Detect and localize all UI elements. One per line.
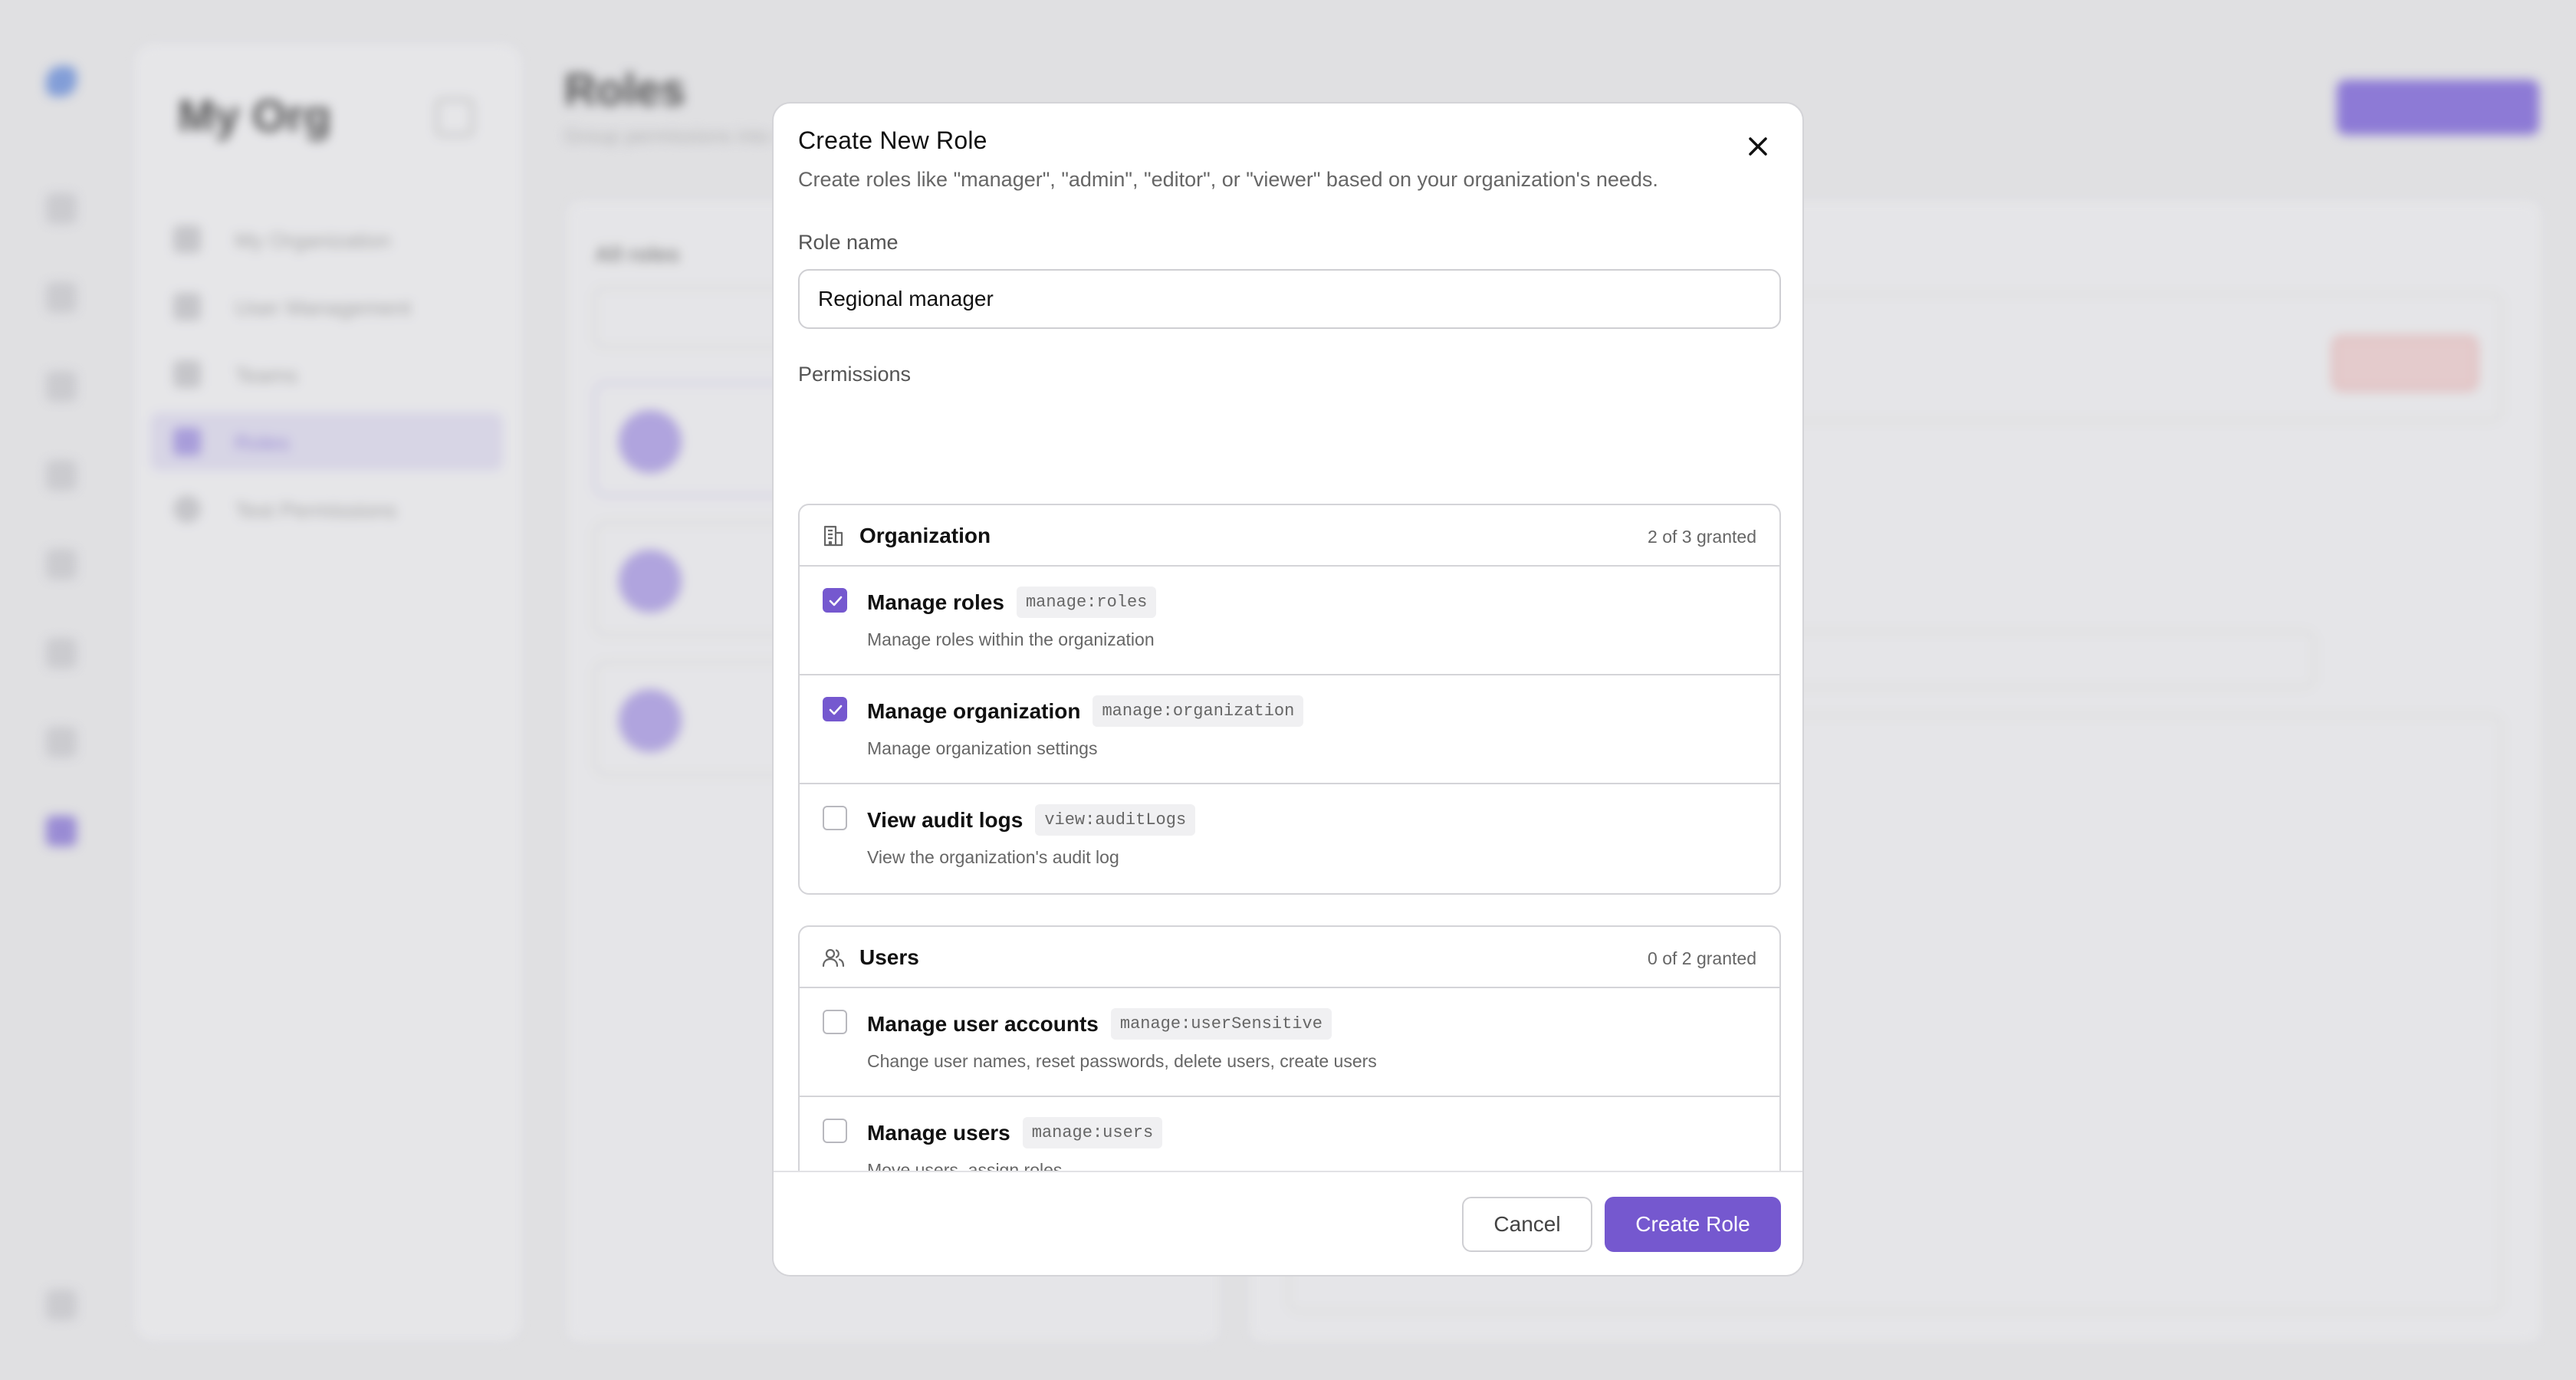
- building-icon: [823, 525, 843, 547]
- permission-title-row: View audit logs view:auditLogs: [867, 804, 1196, 836]
- role-name-label: Role name: [798, 231, 899, 254]
- permission-code-badge: manage:users: [1022, 1117, 1163, 1148]
- group-title: Users: [859, 945, 919, 969]
- permission-item-view-audit-logs[interactable]: View audit logs view:auditLogs View the …: [800, 784, 1779, 893]
- permission-name: Manage users: [867, 1120, 1010, 1145]
- users-icon: [822, 948, 845, 968]
- group-title: Organization: [859, 524, 991, 547]
- dialog-title: Create New Role: [798, 127, 987, 154]
- permission-title-row: Manage roles manage:roles: [867, 586, 1157, 618]
- permission-checkbox[interactable]: [823, 588, 847, 613]
- permission-code-badge: view:auditLogs: [1035, 804, 1196, 836]
- permission-name: View audit logs: [867, 807, 1024, 832]
- permissions-label: Permissions: [798, 363, 912, 386]
- group-granted-count: 0 of 2 granted: [1648, 948, 1756, 968]
- permission-item-manage-roles[interactable]: Manage roles manage:roles Manage roles w…: [800, 567, 1779, 675]
- permission-description: Manage organization settings: [867, 738, 1098, 758]
- permission-title-row: Manage user accounts manage:userSensitiv…: [867, 1008, 1332, 1040]
- cancel-button[interactable]: Cancel: [1462, 1197, 1592, 1252]
- permission-code-badge: manage:organization: [1092, 695, 1304, 727]
- permission-checkbox[interactable]: [823, 806, 847, 830]
- permission-item-manage-organization[interactable]: Manage organization manage:organization …: [800, 675, 1779, 784]
- permission-code-badge: manage:userSensitive: [1110, 1008, 1332, 1040]
- permission-group-organization: Organization 2 of 3 granted Manage roles…: [798, 504, 1781, 895]
- group-header: Users 0 of 2 granted: [800, 927, 1779, 988]
- create-role-button[interactable]: Create Role: [1605, 1197, 1781, 1252]
- permission-name: Manage roles: [867, 590, 1004, 614]
- create-role-dialog: Create New Role Create roles like "manag…: [772, 102, 1804, 1276]
- permission-checkbox[interactable]: [823, 697, 847, 721]
- group-header: Organization 2 of 3 granted: [800, 505, 1779, 567]
- permission-checkbox[interactable]: [823, 1119, 847, 1143]
- permission-title-row: Manage organization manage:organization: [867, 695, 1304, 727]
- permission-item-manage-user-accounts[interactable]: Manage user accounts manage:userSensitiv…: [800, 988, 1779, 1097]
- role-name-input[interactable]: [798, 269, 1781, 329]
- permission-name: Manage user accounts: [867, 1011, 1099, 1036]
- close-icon[interactable]: [1743, 131, 1773, 162]
- permission-title-row: Manage users manage:users: [867, 1117, 1163, 1148]
- permission-description: View the organization's audit log: [867, 847, 1119, 867]
- permissions-scroll-area[interactable]: Organization 2 of 3 granted Manage roles…: [774, 399, 1802, 1275]
- permission-code-badge: manage:roles: [1016, 586, 1157, 618]
- permission-description: Change user names, reset passwords, dele…: [867, 1051, 1377, 1071]
- check-icon: [829, 596, 843, 606]
- permission-name: Manage organization: [867, 698, 1081, 723]
- group-granted-count: 2 of 3 granted: [1648, 527, 1756, 547]
- dialog-footer: Cancel Create Role: [774, 1171, 1802, 1275]
- permission-group-users: Users 0 of 2 granted Manage user account…: [798, 925, 1781, 1208]
- permission-checkbox[interactable]: [823, 1010, 847, 1034]
- check-icon: [829, 705, 843, 715]
- permission-description: Manage roles within the organization: [867, 629, 1155, 649]
- dialog-description: Create roles like "manager", "admin", "e…: [798, 168, 1658, 191]
